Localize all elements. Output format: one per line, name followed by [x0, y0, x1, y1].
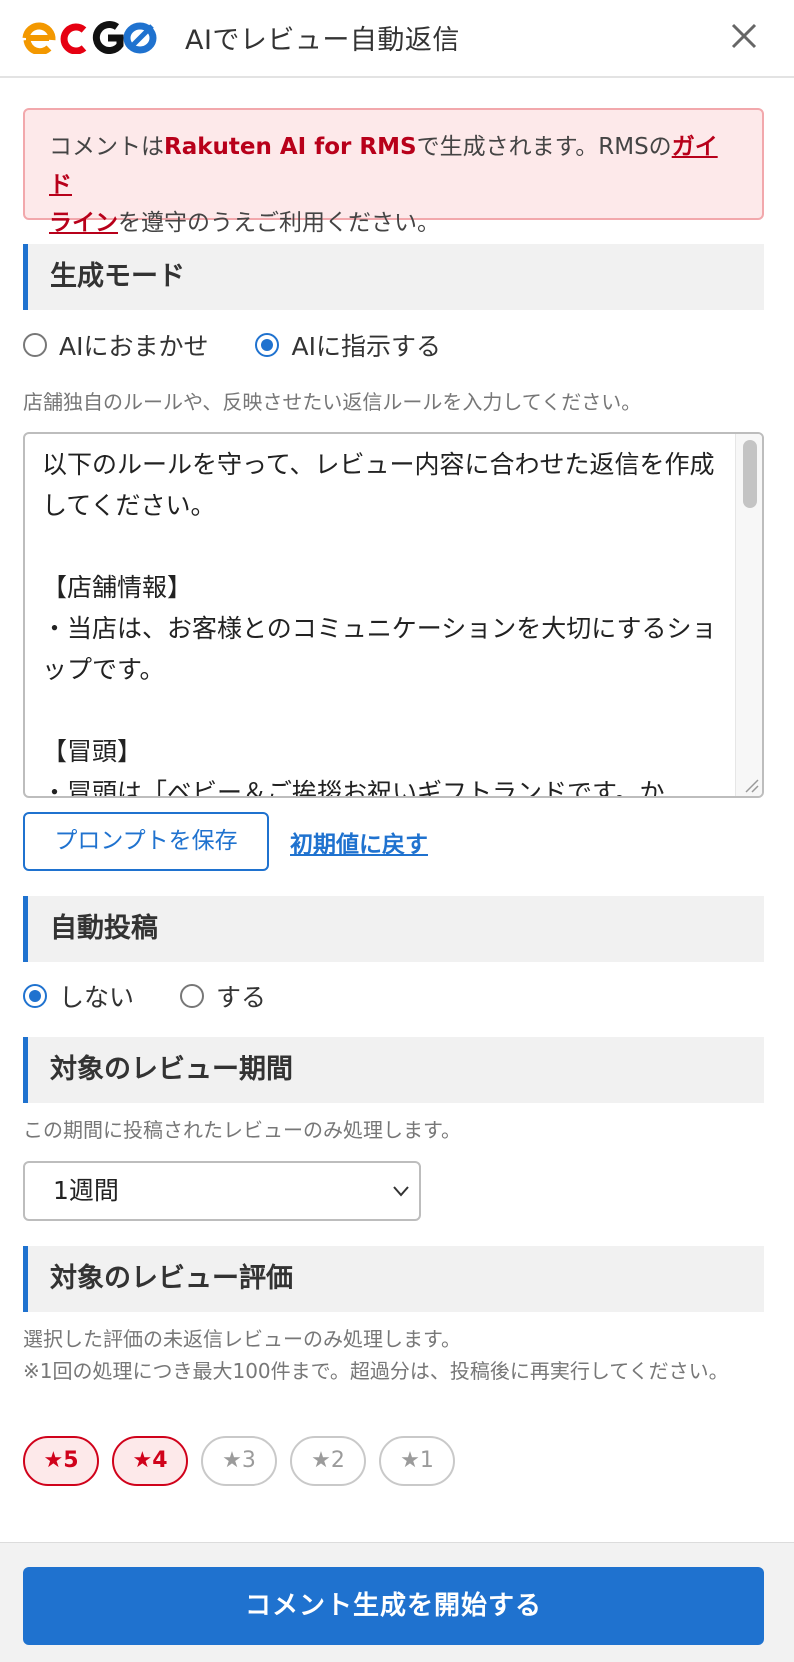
radio-ai-omakase[interactable]: AIにおまかせ: [23, 327, 208, 363]
radio-label: AIにおまかせ: [59, 332, 209, 361]
auto-post-radio-group: しない する: [23, 978, 266, 1014]
chevron-down-icon: [393, 1186, 409, 1197]
radio-label: しない: [59, 983, 135, 1012]
rating-chip-3[interactable]: ★3: [201, 1436, 277, 1486]
header: AIでレビュー自動返信: [0, 0, 794, 78]
radio-ai-instruct[interactable]: AIに指示する: [255, 327, 441, 363]
reset-default-link[interactable]: 初期値に戻す: [290, 825, 428, 859]
prompt-text[interactable]: 以下のルールを守って、レビュー内容に合わせた返信を作成してください。 【店舗情報…: [42, 446, 732, 796]
radio-auto-post-no[interactable]: しない: [23, 978, 134, 1014]
resize-handle-icon[interactable]: [742, 776, 760, 794]
review-period-select[interactable]: 1週間: [23, 1161, 421, 1221]
review-rating-help: 選択した評価の未返信レビューのみ処理します。 ※1回の処理につき最大100件まで…: [23, 1323, 763, 1387]
page-title: AIでレビュー自動返信: [185, 25, 460, 56]
notice-text: で生成されます。RMSの: [416, 134, 672, 160]
radio-auto-post-yes[interactable]: する: [180, 978, 266, 1014]
prompt-textarea[interactable]: 以下のルールを守って、レビュー内容に合わせた返信を作成してください。 【店舗情報…: [23, 432, 764, 798]
rating-chip-2[interactable]: ★2: [290, 1436, 366, 1486]
generation-mode-radio-group: AIにおまかせ AIに指示する: [23, 327, 441, 363]
notice-service-name: Rakuten AI for RMS: [164, 134, 417, 160]
close-icon[interactable]: [726, 18, 762, 54]
radio-button-checked[interactable]: [255, 333, 280, 357]
guideline-notice: コメントはRakuten AI for RMSで生成されます。RMSのガイド ライ…: [23, 108, 764, 236]
select-value: 1週間: [53, 1176, 119, 1205]
rating-chip-4[interactable]: ★4: [112, 1436, 188, 1486]
rating-chip-5[interactable]: ★5: [23, 1436, 99, 1486]
radio-label: する: [216, 983, 267, 1012]
review-period-help: この期間に投稿されたレビューのみ処理します。: [23, 1118, 461, 1142]
radio-label: AIに指示する: [291, 332, 441, 361]
guideline-link[interactable]: ライン: [49, 210, 118, 236]
radio-button-checked[interactable]: [23, 984, 47, 1008]
save-prompt-button[interactable]: プロンプトを保存: [23, 812, 269, 871]
section-heading-generation-mode: 生成モード: [23, 244, 764, 310]
section-heading-review-period: 対象のレビュー期間: [23, 1037, 764, 1103]
footer: コメント生成を開始する: [0, 1542, 794, 1662]
help-line: 選択した評価の未返信レビューのみ処理します。: [23, 1327, 461, 1351]
ecgo-logo: [22, 21, 157, 54]
section-heading-review-rating: 対象のレビュー評価: [23, 1246, 764, 1312]
rating-chip-group: ★5 ★4 ★3 ★2 ★1: [23, 1436, 455, 1486]
notice-text: を遵守のうえご利用ください。: [118, 210, 440, 236]
page: AIでレビュー自動返信 コメントはRakuten AI for RMSで生成され…: [0, 0, 794, 1662]
section-heading-auto-post: 自動投稿: [23, 896, 764, 962]
radio-button[interactable]: [23, 333, 47, 357]
rating-chip-1[interactable]: ★1: [379, 1436, 455, 1486]
help-line: ※1回の処理につき最大100件まで。超過分は、投稿後に再実行してください。: [23, 1359, 729, 1383]
prompt-help-text: 店舗独自のルールや、反映させたい返信ルールを入力してください。: [23, 390, 642, 414]
scrollbar-thumb[interactable]: [743, 440, 757, 508]
scrollbar[interactable]: [735, 434, 762, 796]
start-generation-button[interactable]: コメント生成を開始する: [23, 1567, 764, 1645]
radio-button[interactable]: [180, 984, 205, 1008]
notice-text: コメントは: [49, 134, 164, 160]
